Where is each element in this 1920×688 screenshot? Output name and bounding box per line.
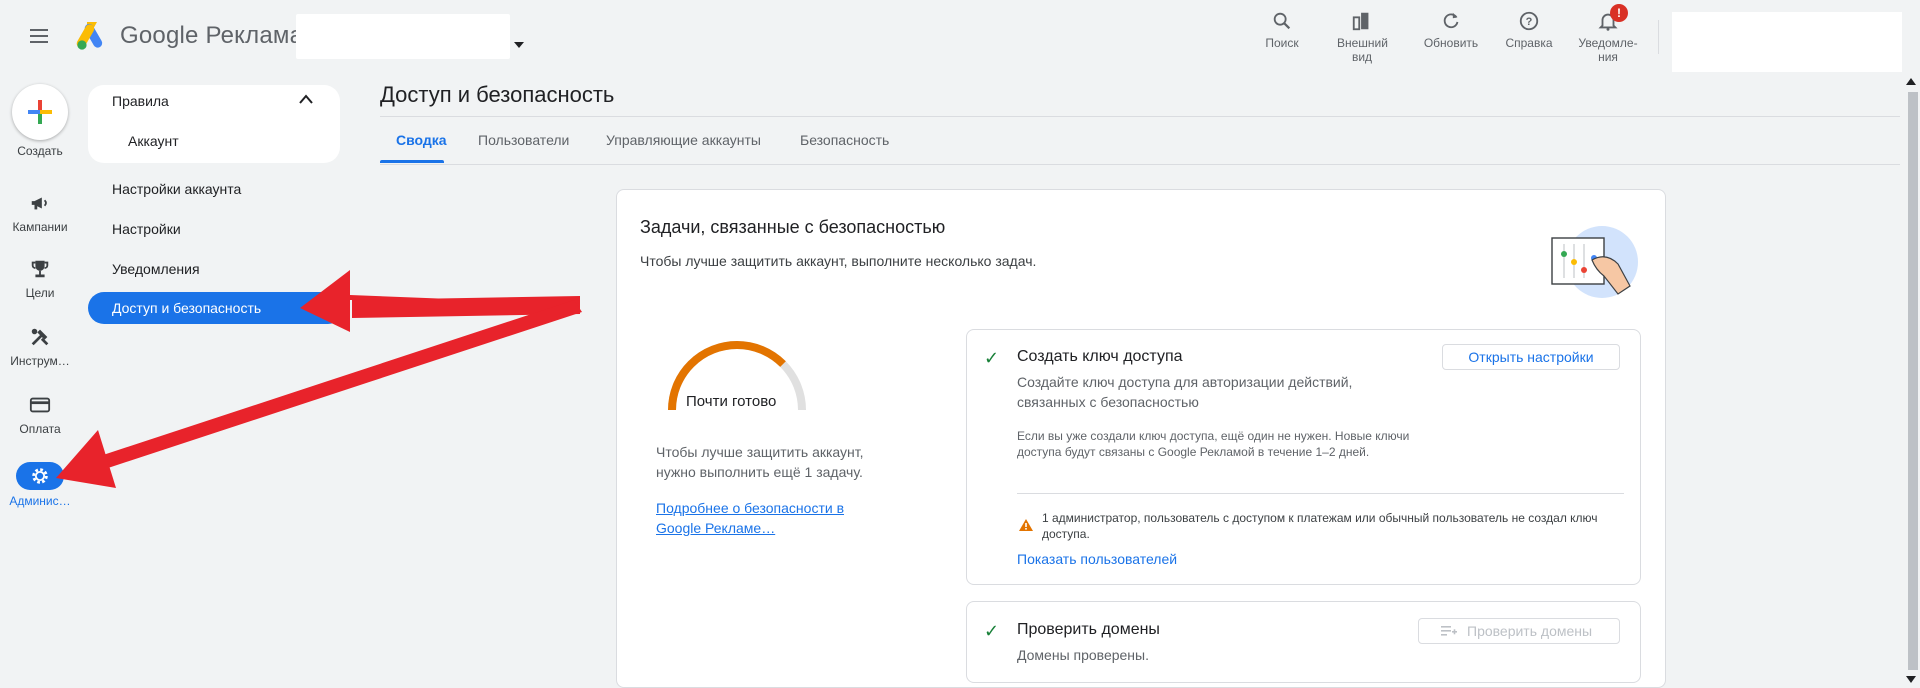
divider xyxy=(1658,20,1659,54)
create-button[interactable] xyxy=(12,84,68,140)
refresh-icon xyxy=(1443,12,1459,29)
plus-icon xyxy=(28,100,52,124)
tab-summary[interactable]: Сводка xyxy=(396,132,447,148)
task1-description: Создайте ключ доступа для авторизации де… xyxy=(1017,374,1353,410)
scroll-down-icon[interactable] xyxy=(1906,676,1916,683)
verify-domains-button[interactable]: Проверить домены xyxy=(1418,618,1620,644)
arrow-to-admin xyxy=(56,300,582,488)
security-learn-more-link[interactable]: Подробнее о безопасности в Google Реклам… xyxy=(656,498,886,538)
account-selector[interactable] xyxy=(296,14,510,59)
brand-name: Google Реклама xyxy=(120,22,304,49)
notification-badge: ! xyxy=(1610,4,1628,22)
gear-icon xyxy=(32,468,48,484)
caret-down-icon[interactable] xyxy=(514,42,524,48)
scrollbar-thumb[interactable] xyxy=(1908,92,1918,670)
tab-security[interactable]: Безопасность xyxy=(800,132,889,148)
divider xyxy=(380,164,1900,165)
divider xyxy=(1017,493,1624,494)
trophy-icon xyxy=(31,260,49,278)
task1-warning: 1 администратор, пользователь с доступом… xyxy=(1042,511,1598,541)
nav-item-settings[interactable]: Настройки xyxy=(112,221,181,237)
top-bar: Google Реклама Поиск Внешний вид Обновит… xyxy=(0,0,1920,76)
chevron-up-icon[interactable] xyxy=(298,93,314,105)
nav-item-account-settings[interactable]: Настройки аккаунта xyxy=(112,181,241,197)
task1-title: Создать ключ доступа xyxy=(1017,348,1183,365)
rail-label-admin: Админис… xyxy=(9,494,71,508)
menu-icon[interactable] xyxy=(26,24,52,48)
appearance-icon xyxy=(1352,12,1369,31)
refresh-button[interactable]: Обновить xyxy=(1411,10,1491,50)
verify-domains-label: Проверить домены xyxy=(1467,623,1593,639)
playlist-add-icon xyxy=(1441,626,1457,636)
active-tab-indicator xyxy=(380,160,444,163)
card-title: Задачи, связанные с безопасностью xyxy=(640,217,946,237)
page-title: Доступ и безопасность xyxy=(380,82,615,107)
appearance-button[interactable]: Внешний вид xyxy=(1322,10,1402,64)
nav-group-title[interactable]: Правила xyxy=(112,93,169,109)
rail-item-billing[interactable]: Оплата xyxy=(0,394,80,436)
gauge-description: Чтобы лучше защитить аккаунт, нужно выпо… xyxy=(656,444,864,480)
rail-label-campaigns: Кампании xyxy=(12,220,68,234)
profile-area[interactable] xyxy=(1672,12,1902,72)
rail-item-goals[interactable]: Цели xyxy=(0,258,80,300)
help-label: Справка xyxy=(1505,36,1553,50)
rail-label-billing: Оплата xyxy=(19,422,61,436)
security-illustration xyxy=(1551,226,1638,298)
scroll-up-icon[interactable] xyxy=(1906,78,1916,85)
megaphone-icon xyxy=(31,197,47,210)
google-ads-logo xyxy=(76,22,103,50)
task2-description: Домены проверены. xyxy=(1017,647,1149,663)
check-icon: ✓ xyxy=(984,621,1000,641)
notifications-button[interactable]: ! Уведомле-ния xyxy=(1568,4,1648,64)
nav-item-account[interactable]: Аккаунт xyxy=(128,133,179,149)
warning-icon xyxy=(1019,519,1033,531)
rail-item-admin[interactable] xyxy=(16,462,64,490)
divider xyxy=(380,116,1900,117)
gauge-label: Почти готово xyxy=(686,393,777,410)
help-button[interactable]: ? Справка xyxy=(1489,10,1569,50)
open-settings-button[interactable]: Открыть настройки xyxy=(1442,344,1620,370)
rail-item-tools[interactable]: Инструм… xyxy=(0,326,80,368)
task1-note: Если вы уже создали ключ доступа, ещё од… xyxy=(1017,429,1410,459)
card-subtitle: Чтобы лучше защитить аккаунт, выполните … xyxy=(640,253,1037,269)
create-label: Создать xyxy=(17,144,63,158)
rail-label-tools: Инструм… xyxy=(10,354,70,368)
tab-manager-accounts[interactable]: Управляющие аккаунты xyxy=(606,132,761,148)
show-users-link[interactable]: Показать пользователей xyxy=(1017,551,1177,567)
nav-item-access-security-label: Доступ и безопасность xyxy=(112,300,262,316)
tools-icon xyxy=(31,328,49,346)
credit-card-icon xyxy=(29,397,51,413)
help-icon: ? xyxy=(1519,11,1539,31)
task2-title: Проверить домены xyxy=(1017,621,1160,638)
rail-label-goals: Цели xyxy=(25,286,55,300)
search-icon xyxy=(1273,12,1291,30)
search-label: Поиск xyxy=(1265,36,1299,50)
refresh-label: Обновить xyxy=(1423,36,1479,50)
rail-item-campaigns[interactable]: Кампании xyxy=(0,192,80,234)
svg-text:?: ? xyxy=(1526,16,1533,28)
tab-users[interactable]: Пользователи xyxy=(478,132,569,148)
nav-item-notifications[interactable]: Уведомления xyxy=(112,261,200,277)
notifications-label: Уведомле-ния xyxy=(1578,36,1638,64)
search-button[interactable]: Поиск xyxy=(1242,10,1322,50)
appearance-label: Внешний вид xyxy=(1337,36,1388,64)
check-icon: ✓ xyxy=(984,348,1000,368)
